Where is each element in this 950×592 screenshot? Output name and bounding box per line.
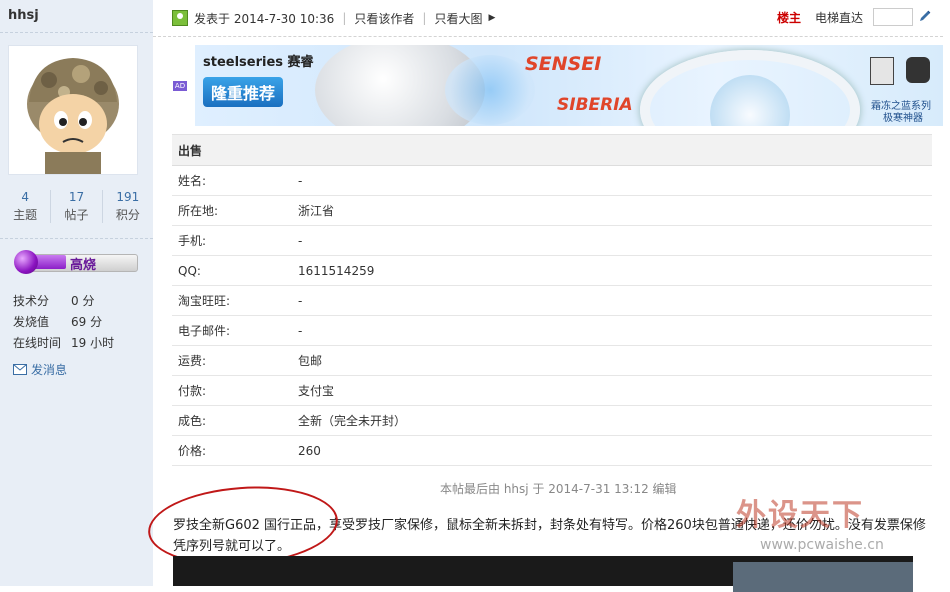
rank-orb-icon	[14, 250, 38, 274]
table-row: 所在地: 浙江省	[172, 195, 932, 226]
stat-topics[interactable]: 4 主题	[0, 190, 52, 223]
info-value: 19 小时	[71, 336, 115, 350]
field-value: -	[292, 225, 932, 256]
info-label: 在线时间	[13, 336, 62, 350]
banner-slogan: 隆重推荐	[203, 77, 284, 107]
table-row: 价格: 260	[172, 435, 932, 466]
watermark-logo: 外设天下	[736, 498, 864, 533]
field-value: -	[292, 165, 932, 196]
post-photo[interactable]	[173, 556, 913, 592]
info-value: 69 分	[71, 315, 103, 329]
username-link[interactable]: hhsj	[8, 8, 39, 23]
online-user-icon	[172, 10, 188, 26]
table-row: 运费: 包邮	[172, 345, 932, 376]
jump-go-icon[interactable]	[918, 9, 932, 23]
info-row: 技术分 0 分	[13, 291, 114, 312]
field-label: 电子邮件:	[172, 315, 292, 346]
info-value: 0 分	[71, 294, 95, 308]
separator: |	[422, 11, 427, 25]
banner-brand: steelseries 赛睿	[203, 55, 314, 70]
sale-info-table: 出售 姓名: - 所在地: 浙江省 手机: - QQ: 1611514259 淘宝旺旺:…	[172, 134, 932, 466]
send-message-link[interactable]: 发消息	[13, 361, 67, 378]
field-label: QQ:	[172, 255, 292, 286]
stat-label: 帖子	[64, 208, 89, 222]
field-value: -	[292, 285, 932, 316]
field-label: 手机:	[172, 225, 292, 256]
floor-jump-input[interactable]	[873, 8, 913, 26]
product-box-image	[870, 57, 894, 85]
banner-sensei: SENSEI	[525, 53, 602, 75]
user-stats: 4 主题 17 帖子 191 积分	[0, 190, 153, 223]
ad-badge: AD	[173, 81, 187, 91]
photo-screen-area	[733, 562, 913, 592]
table-row: 成色: 全新（完全未开封）	[172, 405, 932, 436]
decoration	[445, 55, 535, 125]
banner-series-line2: 极寒神器	[883, 113, 923, 124]
table-row: 付款: 支付宝	[172, 375, 932, 406]
stat-label: 主题	[13, 208, 38, 222]
field-label: 付款:	[172, 375, 292, 406]
play-arrow-icon[interactable]: ▶	[488, 13, 495, 23]
info-row: 发烧值 69 分	[13, 312, 114, 333]
stat-posts[interactable]: 17 帖子	[51, 190, 103, 223]
divider	[0, 238, 153, 239]
stat-num: 4	[21, 190, 29, 204]
info-label: 技术分	[13, 294, 50, 308]
info-label: 发烧值	[13, 315, 50, 329]
field-value: 支付宝	[292, 375, 932, 406]
field-value: 全新（完全未开封）	[292, 405, 932, 436]
table-row: 姓名: -	[172, 165, 932, 196]
info-row: 在线时间 19 小时	[13, 333, 114, 354]
table-row: 电子邮件: -	[172, 315, 932, 346]
product-box-image	[906, 57, 930, 83]
stat-num: 17	[68, 190, 85, 204]
send-message-label: 发消息	[31, 363, 68, 377]
field-label: 所在地:	[172, 195, 292, 226]
elevator-label: 电梯直达	[815, 11, 864, 25]
field-value: 浙江省	[292, 195, 932, 226]
divider	[153, 36, 943, 37]
divider	[0, 32, 153, 33]
watermark-url: www.pcwaishe.cn	[760, 537, 884, 553]
big-image-link[interactable]: 只看大图	[434, 10, 482, 27]
table-row: 手机: -	[172, 225, 932, 256]
field-value: 1611514259	[292, 255, 932, 286]
stat-label: 积分	[115, 208, 140, 222]
field-value: -	[292, 315, 932, 346]
avatar[interactable]	[8, 45, 138, 175]
envelope-icon	[13, 364, 27, 375]
banner-siberia: SIBERIA	[557, 95, 633, 115]
soldier-avatar-icon	[27, 58, 119, 174]
field-label: 姓名:	[172, 165, 292, 196]
field-label: 价格:	[172, 435, 292, 466]
edit-note: 本帖最后由 hhsj 于 2014-7-31 13:12 编辑	[440, 482, 677, 496]
stat-credits[interactable]: 191 积分	[103, 190, 153, 223]
rank-badge: 高烧	[14, 250, 138, 274]
only-author-link[interactable]: 只看该作者	[354, 10, 414, 27]
field-label: 运费:	[172, 345, 292, 376]
separator: |	[342, 11, 347, 25]
ad-banner[interactable]: steelseries 赛睿 隆重推荐 SENSEI SIBERIA 霜冻之蓝系…	[195, 45, 943, 126]
table-row: QQ: 1611514259	[172, 255, 932, 286]
field-value: 260	[292, 435, 932, 466]
post-time: 发表于 2014-7-30 10:36	[194, 11, 335, 26]
table-row: 淘宝旺旺: -	[172, 285, 932, 316]
user-sidebar: hhsj 4 主题 17 帖子 191 积分 高烧 技术分 0 分 发烧值 69…	[0, 0, 153, 586]
user-info: 技术分 0 分 发烧值 69 分 在线时间 19 小时	[13, 291, 114, 354]
table-header: 出售	[172, 134, 932, 166]
field-label: 成色:	[172, 405, 292, 436]
field-value: 包邮	[292, 345, 932, 376]
rank-title: 高烧	[70, 258, 97, 273]
field-label: 淘宝旺旺:	[172, 285, 292, 316]
floor-label: 楼主	[777, 11, 802, 25]
stat-num: 191	[116, 190, 140, 204]
